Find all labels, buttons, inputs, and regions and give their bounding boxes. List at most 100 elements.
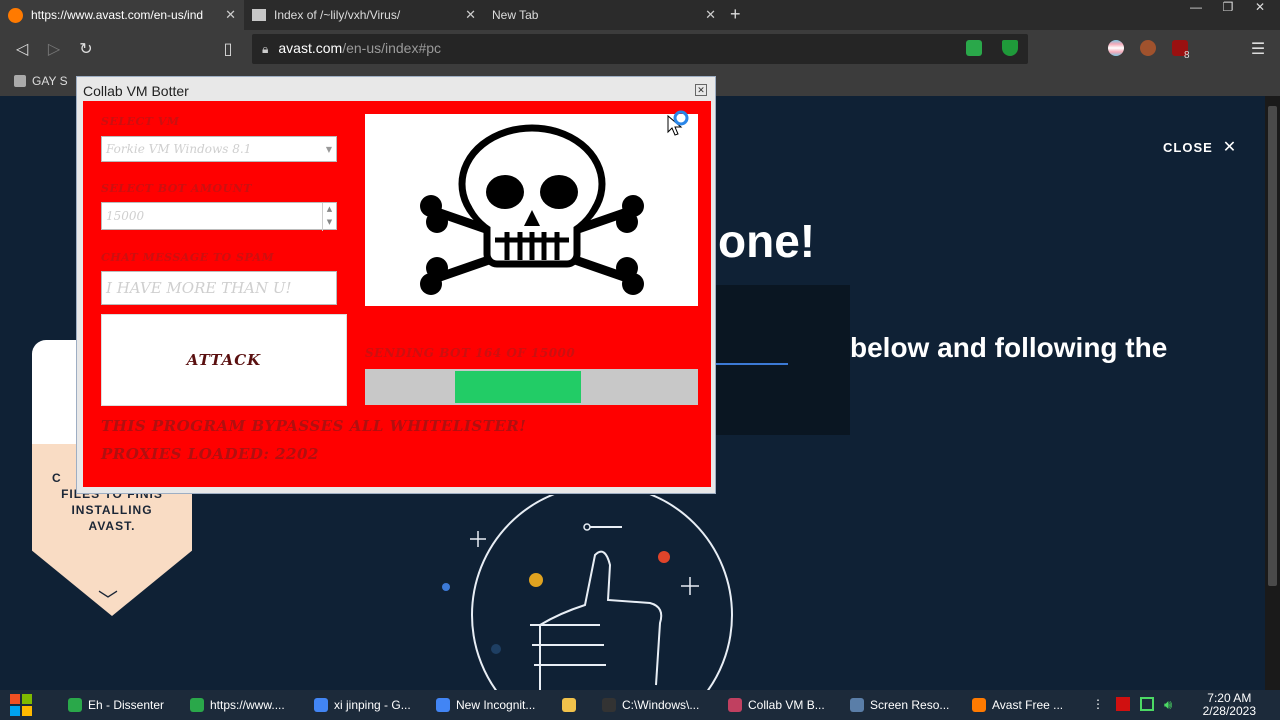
- taskbar-item[interactable]: New Incognit...: [430, 690, 548, 720]
- bot-amount-stepper[interactable]: 15000 ▲ ▼: [101, 202, 337, 231]
- chevron-down-icon[interactable]: ﹀: [98, 584, 118, 613]
- folder-favicon-icon: [252, 9, 266, 21]
- taskbar-item[interactable]: Eh - Dissenter: [62, 690, 180, 720]
- taskbar-item[interactable]: Screen Reso...: [844, 690, 962, 720]
- progress-underline: [716, 363, 788, 365]
- restore-icon[interactable]: ❐: [1212, 0, 1244, 20]
- ublock-badge: 8: [1184, 50, 1190, 61]
- app-icon: [314, 698, 328, 712]
- sparkle-icon: [470, 531, 699, 595]
- taskbar-item-label: Avast Free ...: [992, 698, 1064, 712]
- taskbar-item[interactable]: [556, 690, 590, 720]
- taskbar-item[interactable]: C:\Windows\...: [596, 690, 714, 720]
- bookmark-item[interactable]: GAY S: [14, 74, 68, 88]
- page-scrollbar[interactable]: [1265, 96, 1280, 690]
- botter-panel: SELECT VM Forkie VM Windows 8.1 ▼ SELECT…: [83, 101, 711, 487]
- minimize-icon[interactable]: —: [1180, 0, 1212, 20]
- tab-title: Index of /~lily/vxh/Virus/: [274, 8, 401, 22]
- scrollbar-thumb[interactable]: [1268, 106, 1277, 586]
- address-bar[interactable]: 🔒︎ avast.com/en-us/index#pc: [252, 34, 1028, 64]
- page-subtext: below and following the: [850, 332, 1168, 363]
- new-tab-icon[interactable]: +: [730, 4, 741, 25]
- bookmark-favicon-icon: [14, 75, 26, 87]
- thumbs-up-illustration: [442, 495, 733, 690]
- back-icon[interactable]: ◁: [12, 39, 32, 59]
- select-vm-label: SELECT VM: [101, 115, 180, 128]
- illustration-circle: [471, 495, 733, 690]
- select-vm-value: Forkie VM Windows 8.1: [106, 142, 252, 156]
- taskbar-item-label: https://www....: [210, 698, 285, 712]
- mouse-cursor-icon: [667, 110, 689, 136]
- bot-amount-value: 15000: [106, 209, 145, 223]
- small-ring: [583, 523, 591, 531]
- app-icon: [850, 698, 864, 712]
- flag-tray-icon[interactable]: [1116, 697, 1130, 711]
- close-button[interactable]: CLOSE ✕: [1163, 137, 1237, 157]
- chat-message-value: I HAVE MORE THAN U!: [106, 279, 292, 297]
- app-icon: [972, 698, 986, 712]
- window-controls: — ❐ ✕: [1180, 0, 1276, 20]
- chevron-down-icon: ▼: [325, 145, 332, 154]
- attack-button[interactable]: ATTACK: [101, 314, 347, 406]
- select-vm-dropdown[interactable]: Forkie VM Windows 8.1 ▼: [101, 136, 337, 162]
- close-label: CLOSE: [1163, 139, 1213, 155]
- flag-extension-icon[interactable]: [1108, 40, 1124, 56]
- app-icon: [68, 698, 82, 712]
- close-tab-icon[interactable]: ✕: [705, 7, 716, 23]
- avast-favicon-icon: [8, 7, 23, 23]
- taskbar-item[interactable]: Collab VM B...: [722, 690, 840, 720]
- app-icon: [728, 698, 742, 712]
- tab-avast[interactable]: https://www.avast.com/en-us/ind ✕: [0, 0, 244, 30]
- url-path: /en-us/index#pc: [342, 40, 442, 56]
- page-headline: one!: [718, 215, 816, 267]
- close-tab-icon[interactable]: ✕: [225, 7, 236, 23]
- profile-avatar-icon[interactable]: [1140, 40, 1156, 56]
- taskbar-item[interactable]: xi jinping - G...: [308, 690, 426, 720]
- chat-extension-icon[interactable]: [966, 40, 982, 56]
- fingers-outline: [530, 624, 606, 666]
- taskbar-item-label: Collab VM B...: [748, 698, 825, 712]
- windows-start-icon[interactable]: [10, 694, 32, 716]
- clock-date: 2/28/2023: [1202, 704, 1256, 718]
- taskbar-item-label: Eh - Dissenter: [88, 698, 165, 712]
- window-title: Collab VM Botter: [83, 83, 189, 99]
- app-icon: [602, 698, 616, 712]
- bookmark-icon[interactable]: ▯: [218, 39, 238, 59]
- chat-message-input[interactable]: I HAVE MORE THAN U!: [101, 271, 337, 305]
- tab-index-virus[interactable]: Index of /~lily/vxh/Virus/ ✕: [244, 0, 484, 30]
- close-window-icon[interactable]: ✕: [1244, 0, 1276, 20]
- close-tab-icon[interactable]: ✕: [465, 7, 476, 23]
- proxies-loaded-text: PROXIES LOADED: 2202: [101, 445, 319, 463]
- bot-amount-label: SELECT BOT AMOUNT: [101, 182, 252, 195]
- bypass-text: THIS PROGRAM BYPASSES ALL WHITELISTER!: [101, 417, 527, 435]
- shield-extension-icon[interactable]: [1002, 40, 1018, 56]
- tab-new-tab[interactable]: New Tab ✕: [484, 0, 724, 30]
- reload-icon[interactable]: ↻: [76, 39, 96, 59]
- progress-fill: [454, 371, 582, 403]
- lock-icon: 🔒︎: [262, 41, 269, 56]
- forward-icon[interactable]: ▷: [44, 39, 64, 59]
- tray-overflow-icon[interactable]: ⋮: [1092, 697, 1106, 711]
- side-card-line: INSTALLING: [71, 503, 153, 517]
- taskbar-item-label: xi jinping - G...: [334, 698, 411, 712]
- dot-red: [658, 551, 670, 563]
- dot-blue: [442, 583, 450, 591]
- taskbar-item[interactable]: https://www....: [184, 690, 302, 720]
- taskbar-item[interactable]: Avast Free ...: [966, 690, 1084, 720]
- app-icon: [190, 698, 204, 712]
- browser-tab-bar: https://www.avast.com/en-us/ind ✕ Index …: [0, 0, 1280, 30]
- network-tray-icon[interactable]: [1140, 697, 1154, 711]
- volume-icon[interactable]: 🔊︎: [1164, 697, 1178, 712]
- sending-status: SENDING BOT 164 OF 15000: [365, 346, 576, 360]
- menu-icon[interactable]: ☰: [1248, 39, 1268, 59]
- window-close-icon[interactable]: ✕: [695, 84, 707, 96]
- chat-message-label: CHAT MESSAGE TO SPAM: [101, 251, 275, 264]
- taskbar-item-label: Screen Reso...: [870, 698, 950, 712]
- stepper-arrows-icon[interactable]: ▲ ▼: [322, 203, 336, 231]
- dot-yellow: [529, 573, 543, 587]
- taskbar-clock[interactable]: 7:20 AM 2/28/2023: [1203, 692, 1256, 718]
- tab-title: https://www.avast.com/en-us/ind: [31, 8, 204, 22]
- thumb-outline: [539, 550, 663, 690]
- collab-vm-botter-window: Collab VM Botter ✕ SELECT VM Forkie VM W…: [76, 76, 716, 494]
- tab-title: New Tab: [492, 8, 539, 22]
